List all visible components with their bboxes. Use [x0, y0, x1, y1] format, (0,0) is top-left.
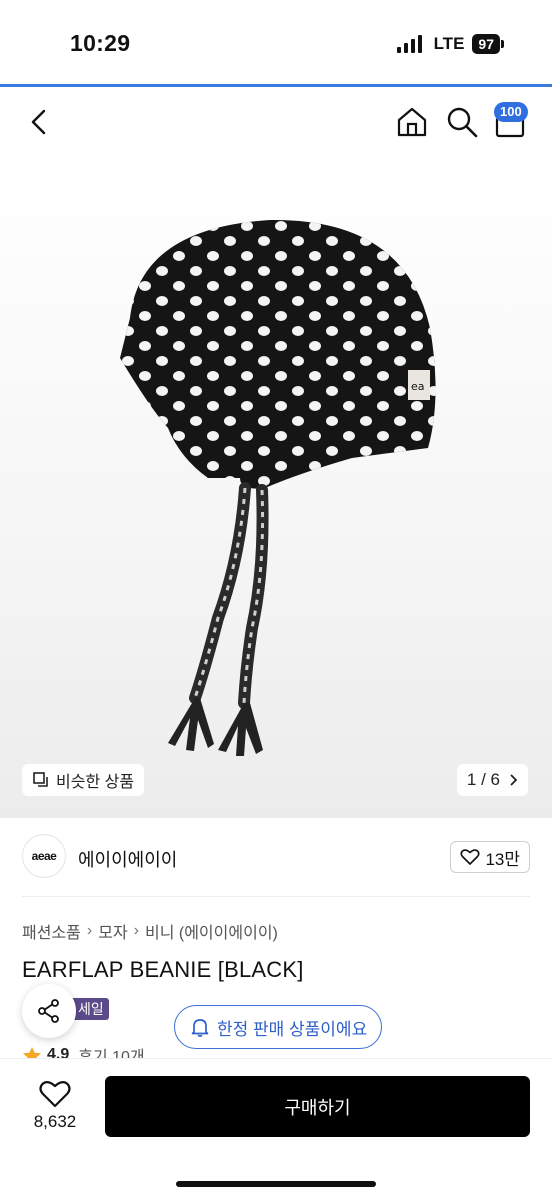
- beanie-illustration: ea: [120, 219, 436, 756]
- status-bar: 10:29 LTE 97: [0, 0, 552, 86]
- breadcrumb: 패션소품 › 모자 › 비니 (에이이에이이): [22, 919, 278, 943]
- share-icon: [38, 999, 59, 1023]
- store-name[interactable]: 에이이에이이: [78, 846, 177, 872]
- similar-products-label: 비슷한 상품: [56, 774, 135, 791]
- home-icon[interactable]: [394, 104, 430, 140]
- limited-sale-label: 한정 판매 상품이에요: [217, 1019, 368, 1039]
- wishlist-heart-icon[interactable]: [38, 1078, 72, 1110]
- breadcrumb-item[interactable]: 비니 (에이이에이이): [145, 919, 278, 943]
- product-title: EARFLAP BEANIE [BLACK]: [22, 957, 304, 982]
- heart-icon: [460, 849, 480, 865]
- similar-products-button[interactable]: 비슷한 상품: [22, 764, 145, 796]
- back-icon[interactable]: [24, 106, 56, 138]
- pager-label: 1 / 6: [466, 770, 500, 789]
- chevron-right-icon: ›: [86, 922, 93, 939]
- signal-icon: [396, 35, 422, 53]
- store-like-button[interactable]: 13만: [450, 841, 530, 873]
- battery-level: 97: [472, 34, 500, 54]
- home-indicator: [176, 1181, 376, 1187]
- search-icon[interactable]: [444, 104, 480, 140]
- chevron-right-icon: ›: [133, 922, 139, 939]
- product-image[interactable]: ea: [0, 158, 552, 818]
- breadcrumb-item[interactable]: 패션소품: [22, 919, 81, 943]
- similar-icon: [33, 772, 48, 787]
- buy-button[interactable]: 구매하기: [105, 1076, 530, 1137]
- chevron-right-icon: [510, 774, 518, 786]
- svg-text:ea: ea: [411, 380, 425, 393]
- wishlist-count: 8,632: [33, 1112, 77, 1131]
- top-accent-line: [0, 84, 552, 87]
- network-label: LTE: [433, 34, 465, 53]
- battery-icon: 97: [472, 34, 504, 54]
- bell-icon: [191, 1019, 209, 1037]
- cart-count-badge: 100: [494, 102, 528, 122]
- limited-sale-notice[interactable]: 한정 판매 상품이에요: [174, 1005, 383, 1049]
- image-pager[interactable]: 1 / 6: [456, 764, 528, 796]
- store-logo[interactable]: aeae: [22, 834, 66, 878]
- breadcrumb-item[interactable]: 모자: [98, 919, 127, 943]
- top-nav: [0, 88, 552, 158]
- store-like-count: 13만: [485, 849, 520, 869]
- status-indicators: LTE 97: [396, 34, 504, 54]
- status-time: 10:29: [70, 30, 131, 56]
- section-divider: [22, 896, 530, 897]
- store-row[interactable]: aeae 에이이에이이 13만: [22, 834, 530, 880]
- share-button[interactable]: [22, 984, 76, 1038]
